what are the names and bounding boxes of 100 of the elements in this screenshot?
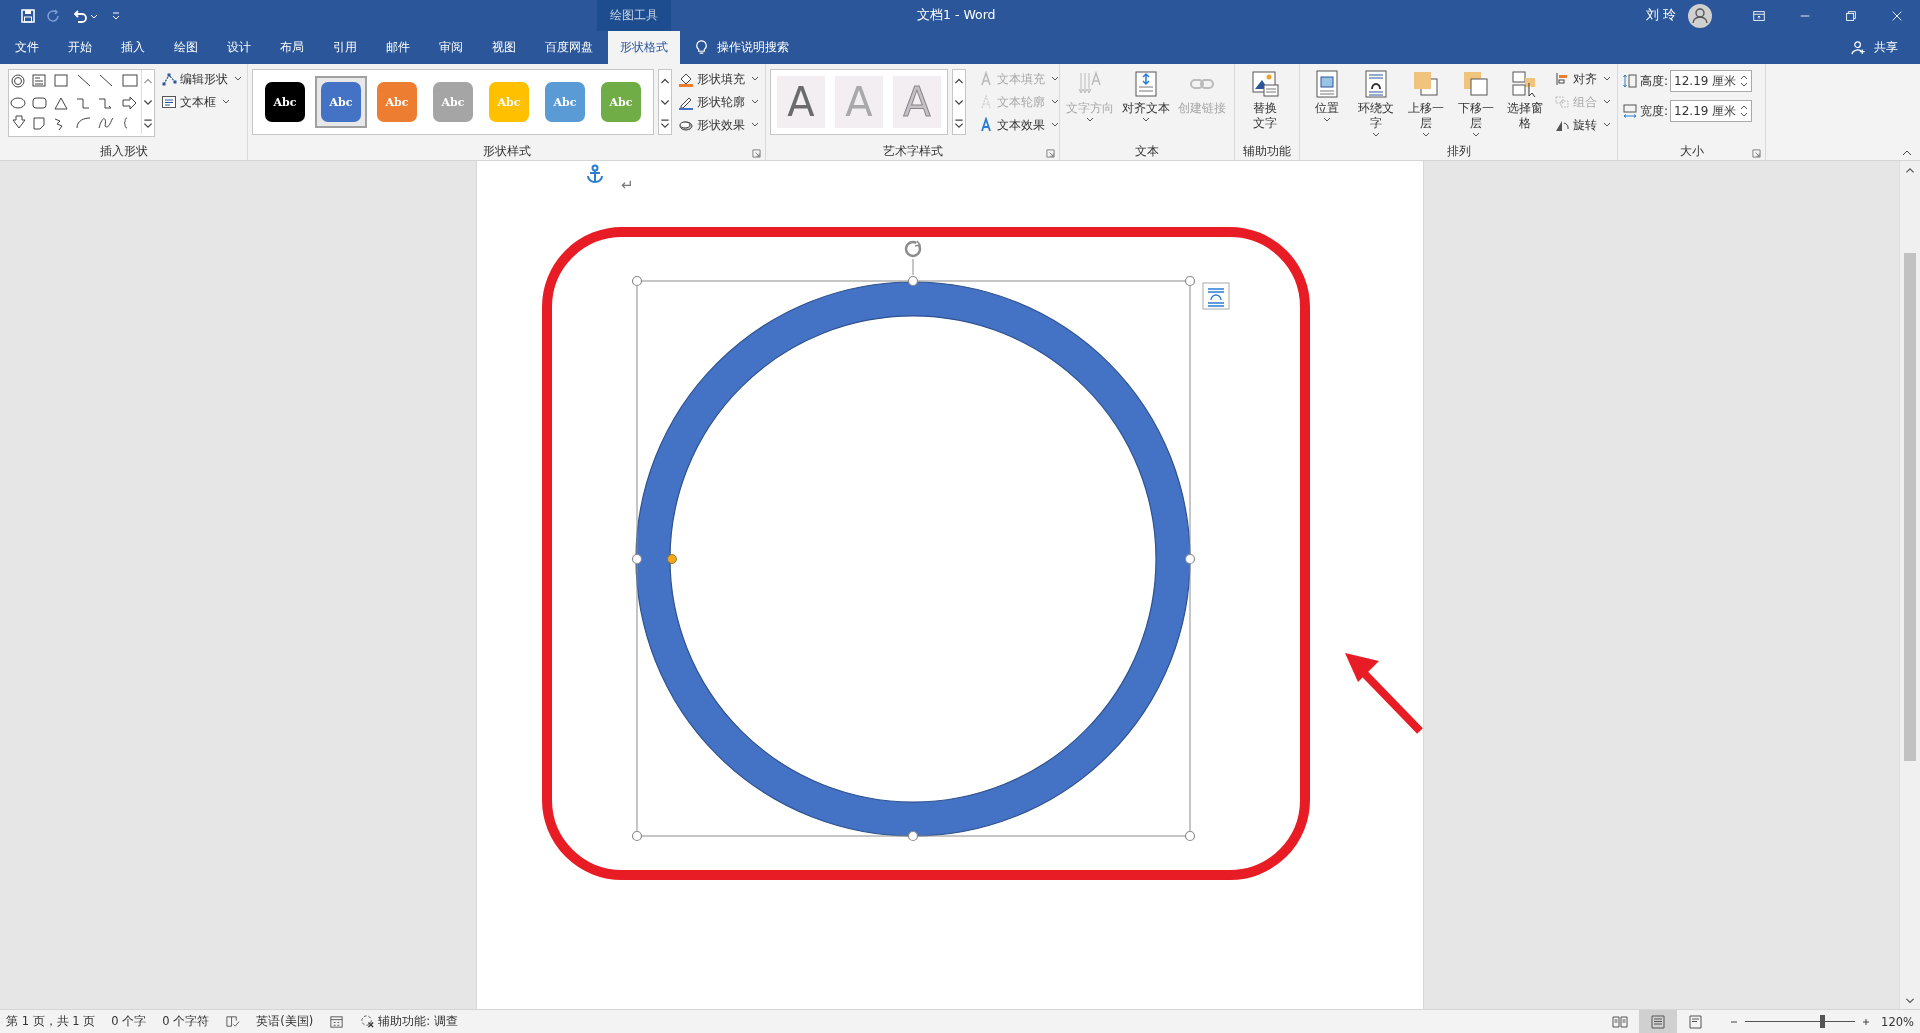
ribbon-tab[interactable]: 文件 [1,31,53,64]
ribbon-tab[interactable]: 形状格式 [608,31,680,64]
command-button[interactable]: 形状填充 [676,69,761,89]
command-button[interactable]: 文本效果 [976,115,1061,135]
size-field[interactable]: 12.19 厘米 [1670,70,1753,92]
command-button[interactable]: 编辑形状 [159,69,244,89]
wordart-style[interactable]: A [777,76,825,128]
group-label: 辅助功能 [1243,143,1291,159]
large-command-button[interactable]: 位置 [1304,69,1350,123]
group-icon [1553,94,1570,110]
command-button[interactable]: 形状效果 [676,115,761,135]
command-button[interactable]: 对齐 [1551,69,1613,89]
caret-icon [751,76,759,82]
text-effects-icon [978,117,994,133]
resize-handle[interactable] [1184,553,1195,565]
command-button[interactable]: 文本框 [159,92,244,112]
resize-handle[interactable] [1184,830,1195,842]
caret-icon [1051,76,1059,82]
ribbon-tab[interactable]: 百度网盘 [531,31,607,64]
redo-icon[interactable] [46,7,62,24]
adjustment-handle[interactable] [666,554,677,564]
resize-handle[interactable] [907,830,918,842]
scrollbar-thumb[interactable] [1904,253,1916,761]
spinner-icon[interactable] [1740,103,1749,119]
large-command-button[interactable]: 对齐文本 [1120,69,1172,123]
zoom-level[interactable]: 120% [1881,1014,1914,1029]
person-add-icon [1851,40,1866,55]
width-icon [1622,103,1638,119]
ribbon-tab[interactable]: 布局 [266,31,318,64]
text-box-icon [161,94,177,110]
zoom-slider-thumb[interactable] [1820,1015,1826,1028]
large-command-button[interactable]: 上移一层 [1403,69,1449,138]
caret-icon [1471,132,1480,138]
status-text[interactable]: 0 个字符 [162,1014,210,1029]
ribbon-tab[interactable]: 引用 [319,31,371,64]
group-label: 排列 [1446,143,1471,159]
spinner-icon[interactable] [1740,73,1749,89]
picture-text-icon [1250,69,1280,99]
group-label: 大小 [1679,143,1704,159]
share-button[interactable]: 共享 [1837,31,1920,64]
align-icon [1553,71,1570,87]
group-label: 形状样式 [482,143,531,159]
accessibility-status[interactable]: 辅助功能: 调查 [360,1014,458,1029]
caret-icon [1051,99,1059,105]
undo-icon[interactable] [72,7,88,24]
collapse-ribbon-icon[interactable] [1902,150,1912,156]
ribbon-tab[interactable]: 邮件 [372,31,424,64]
tell-me-search[interactable]: 操作说明搜索 [680,31,803,64]
layout-options-icon[interactable] [1202,282,1229,310]
caret-icon [1602,76,1611,82]
dialog-launcher-icon[interactable] [752,149,761,158]
caret-icon [1422,132,1430,138]
large-command-button[interactable]: 选择窗格 [1502,69,1548,131]
caret-icon [1086,117,1094,123]
large-command-button[interactable]: 下移一层 [1452,69,1499,138]
language-status[interactable]: 英语(美国) [256,1014,314,1029]
caret-icon [751,122,759,128]
proofing-icon[interactable] [225,1014,241,1029]
command-button[interactable]: 形状轮廓 [676,92,761,112]
ribbon-tab[interactable]: 视图 [478,31,530,64]
dialog-launcher-icon[interactable] [1046,149,1055,158]
rotate-handle[interactable] [904,240,921,276]
caret-icon [1142,117,1150,123]
large-command-button[interactable]: 替换文字 [1239,69,1291,131]
caret-icon [1602,122,1611,128]
size-field[interactable]: 12.19 厘米 [1670,100,1753,122]
ribbon-tab[interactable]: 插入 [107,31,159,64]
command-button[interactable]: 旋转 [1551,115,1613,135]
zoom-in-icon[interactable] [1861,1016,1872,1027]
save-icon[interactable] [20,7,36,24]
shape-style-swatch[interactable]: Abc [321,82,361,122]
macro-icon[interactable] [329,1014,345,1029]
print-layout-icon[interactable] [1639,1010,1678,1033]
resize-handle[interactable] [631,275,642,287]
ribbon-display-icon[interactable] [1752,8,1766,23]
resize-handle[interactable] [907,275,918,287]
status-text[interactable]: 第 1 页，共 1 页 [6,1014,96,1029]
dialog-launcher-icon[interactable] [1752,149,1761,158]
caret-icon [234,76,242,82]
text-fill-icon [978,71,994,87]
ribbon-tab[interactable]: 审阅 [425,31,477,64]
ribbon-tab[interactable]: 开始 [54,31,106,64]
avatar-icon[interactable] [1688,3,1712,28]
ribbon-tab[interactable]: 设计 [213,31,265,64]
restore-icon[interactable] [1844,8,1858,23]
ribbon-tab[interactable]: 绘图 [160,31,212,64]
edit-points-icon [161,71,177,87]
resize-handle[interactable] [631,553,642,565]
caret-icon [1322,117,1331,123]
scrollbar[interactable] [1899,161,1920,1009]
resize-handle[interactable] [1184,275,1195,287]
caret-icon [1602,99,1611,105]
caret-icon [751,99,759,105]
shape-style-swatch[interactable]: Abc [265,82,305,122]
large-command-button[interactable]: 环绕文字 [1353,69,1400,138]
status-text[interactable]: 0 个字 [111,1014,147,1029]
field-label: 高度: [1640,72,1669,90]
group-label: 艺术字样式 [882,143,943,159]
user-name[interactable]: 刘 玲 [1646,7,1676,24]
resize-handle[interactable] [631,830,642,842]
